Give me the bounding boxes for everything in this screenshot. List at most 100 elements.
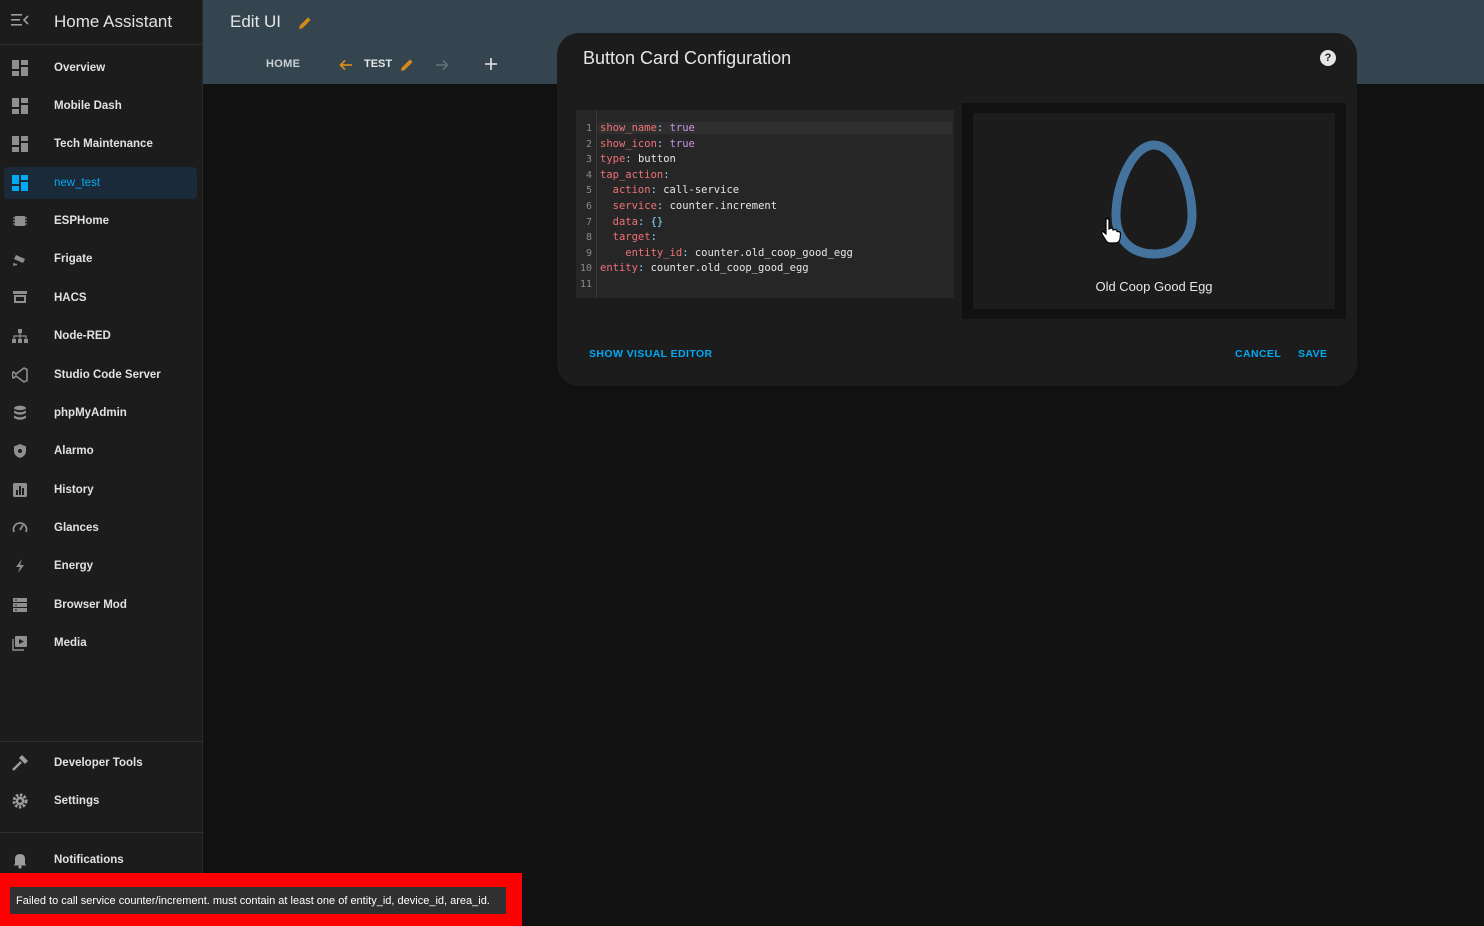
sidebar-item-hacs[interactable]: HACS	[4, 282, 197, 314]
add-view-icon[interactable]	[483, 56, 499, 77]
sidebar-item-label: Glances	[54, 522, 99, 534]
yaml-key: entity_id	[600, 246, 683, 259]
yaml-key: action	[600, 184, 651, 197]
card-preview: Old Coop Good Egg	[962, 103, 1346, 319]
tab-home[interactable]: HOME	[266, 58, 300, 70]
save-button[interactable]: SAVE	[1298, 348, 1327, 360]
code-line: target:	[600, 231, 664, 244]
chart-box-icon	[11, 481, 29, 499]
sidebar-item-label: ESPHome	[54, 215, 109, 227]
sidebar-item-label: Studio Code Server	[54, 369, 161, 381]
sidebar-item-node-red[interactable]: Node-RED	[4, 320, 197, 352]
line-number: 6	[585, 201, 592, 212]
database-icon	[11, 404, 29, 422]
yaml-value: counter.increment	[669, 200, 778, 212]
line-number: 4	[585, 169, 592, 181]
code-line: show_name: true	[598, 122, 952, 134]
dashboard-icon	[11, 59, 29, 77]
sidebar-item-media[interactable]: Media	[4, 627, 197, 659]
pencil-icon[interactable]	[399, 57, 415, 78]
line-number: 2	[585, 138, 592, 150]
sidebar-item-esphome[interactable]: ESPHome	[4, 205, 197, 237]
code-line: service: counter.increment	[600, 200, 778, 212]
sidebar-item-mobile-dash[interactable]: Mobile Dash	[4, 90, 197, 122]
sidebar-item-energy[interactable]: Energy	[4, 550, 197, 582]
sidebar-item-label: HACS	[54, 292, 87, 304]
sidebar-item-frigate[interactable]: Frigate	[4, 243, 197, 275]
button-card-preview[interactable]: Old Coop Good Egg	[973, 113, 1335, 309]
sitemap-icon	[11, 327, 29, 345]
line-number: 3	[585, 154, 592, 166]
yaml-key: show_icon	[600, 137, 657, 150]
yaml-value: true	[669, 122, 695, 134]
arrow-right-icon[interactable]	[434, 57, 450, 78]
line-number: 11	[579, 279, 592, 290]
sidebar-item-developer-tools[interactable]: Developer Tools	[4, 747, 197, 779]
sidebar-item-phpmyadmin[interactable]: phpMyAdmin	[4, 397, 197, 429]
error-toast: Failed to call service counter/increment…	[10, 887, 506, 914]
code-line: entity_id: counter.old_coop_good_egg	[600, 246, 853, 259]
code-line: data: {}	[600, 215, 664, 228]
sidebar-item-label: Developer Tools	[54, 757, 143, 769]
yaml-value: {}	[650, 215, 664, 228]
code-line: action: call-service	[600, 184, 740, 197]
sidebar-item-label: Node-RED	[54, 330, 111, 342]
tab-test[interactable]: TEST	[364, 58, 392, 70]
sidebar-item-new-test[interactable]: new_test	[4, 167, 197, 199]
gauge-icon	[11, 519, 29, 537]
sidebar-header: Home Assistant	[0, 0, 202, 45]
pencil-icon[interactable]	[297, 15, 313, 36]
sidebar-item-studio-code-server[interactable]: Studio Code Server	[4, 359, 197, 391]
line-number: 10	[579, 263, 592, 275]
sidebar-item-label: Frigate	[54, 253, 93, 265]
app-title: Home Assistant	[54, 12, 173, 31]
shield-icon	[11, 442, 29, 460]
bell-icon	[11, 851, 29, 869]
code-line: show_icon: true	[600, 137, 695, 150]
line-number: 7	[585, 216, 592, 228]
menu-collapse-icon[interactable]	[11, 13, 31, 32]
line-number: 8	[585, 232, 592, 244]
arrow-left-icon[interactable]	[338, 57, 354, 78]
sidebar-item-notifications[interactable]: Notifications	[4, 844, 197, 876]
sidebar-item-label: new_test	[54, 177, 101, 189]
sidebar-item-label: Overview	[54, 62, 106, 74]
sidebar-divider	[0, 741, 203, 742]
cctv-icon	[11, 250, 29, 268]
sidebar-item-browser-mod[interactable]: Browser Mod	[4, 589, 197, 621]
yaml-value: counter.old_coop_good_egg	[694, 246, 853, 259]
server-icon	[11, 596, 29, 614]
yaml-value: counter.old_coop_good_egg	[650, 262, 809, 275]
yaml-key: type	[600, 153, 626, 166]
hacs-icon	[11, 289, 29, 307]
page-title: Edit UI	[230, 12, 282, 31]
sidebar-item-history[interactable]: History	[4, 474, 197, 506]
yaml-key: tap_action	[600, 168, 664, 181]
sidebar-item-label: Mobile Dash	[54, 100, 122, 112]
line-number: 5	[585, 185, 592, 197]
sidebar-item-alarmo[interactable]: Alarmo	[4, 435, 197, 467]
sidebar-item-label: Energy	[54, 560, 93, 572]
line-number: 1	[585, 123, 592, 134]
sidebar-item-glances[interactable]: Glances	[4, 512, 197, 544]
yaml-key: data	[600, 215, 638, 228]
line-number: 9	[585, 247, 592, 259]
hammer-icon	[11, 754, 29, 772]
chip-icon	[11, 212, 29, 230]
cancel-button[interactable]: CANCEL	[1235, 348, 1281, 360]
sidebar-item-label: Notifications	[54, 854, 124, 866]
lightning-bolt-icon	[11, 557, 29, 575]
dashboard-icon	[11, 174, 29, 192]
dialog-title: Button Card Configuration	[583, 48, 792, 68]
help-icon[interactable]: ?	[1320, 50, 1336, 66]
yaml-key: service	[600, 200, 657, 212]
line-number-gutter: 1 2 3 4 5 6 7 8 9 10 11	[576, 110, 597, 298]
yaml-code-editor[interactable]: 1 2 3 4 5 6 7 8 9 10 11 show_name: true show_icon: …	[576, 110, 954, 298]
show-visual-editor-button[interactable]: SHOW VISUAL EDITOR	[589, 348, 713, 360]
sidebar-item-overview[interactable]: Overview	[4, 52, 197, 84]
yaml-value: button	[637, 153, 676, 166]
sidebar-item-tech-maintenance[interactable]: Tech Maintenance	[4, 128, 197, 160]
sidebar-item-settings[interactable]: Settings	[4, 785, 197, 817]
dashboard-icon	[11, 97, 29, 115]
sidebar-item-label: Browser Mod	[54, 599, 127, 611]
